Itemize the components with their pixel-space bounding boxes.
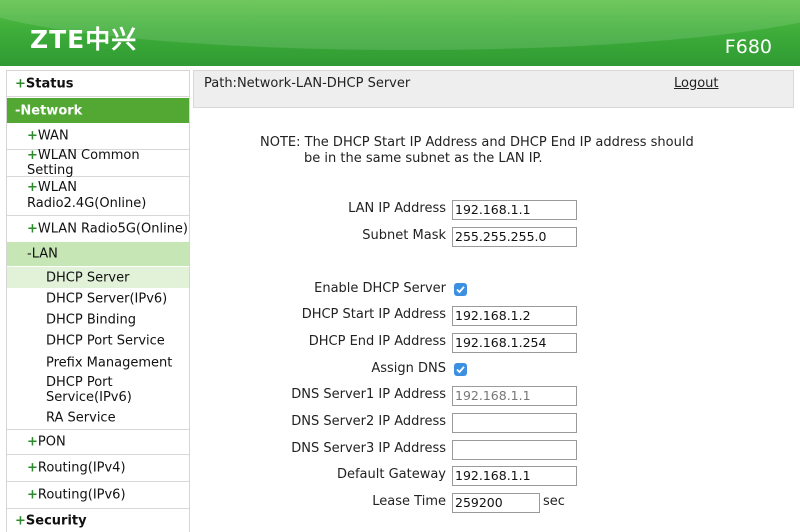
sidebar-item-lan[interactable]: -LAN — [7, 242, 189, 266]
sidebar-item-dhcp-server-ipv6[interactable]: DHCP Server(IPv6) — [7, 288, 189, 309]
device-model: F680 — [724, 36, 772, 58]
expand-plus-icon: + — [27, 148, 38, 163]
sidebar-item-ra-service[interactable]: RA Service — [7, 407, 189, 428]
dns3-input[interactable] — [452, 440, 577, 460]
sidebar-item-network[interactable]: -Network — [7, 98, 189, 123]
lease-time-row: Lease Time 259200 sec — [193, 493, 793, 513]
logout-link[interactable]: Logout — [674, 76, 719, 91]
lease-time-input[interactable]: 259200 — [452, 493, 540, 513]
sidebar-item-pon[interactable]: +PON — [7, 429, 189, 455]
dhcp-start-ip-input[interactable]: 192.168.1.2 — [452, 306, 577, 326]
expand-plus-icon: + — [15, 513, 26, 529]
lan-ip-input[interactable]: 192.168.1.1 — [452, 200, 577, 220]
sidebar-item-routing-ipv6[interactable]: +Routing(IPv6) — [7, 482, 189, 509]
dhcp-end-ip-input[interactable]: 192.168.1.254 — [452, 333, 577, 353]
enable-dhcp-checkbox[interactable] — [454, 283, 467, 296]
expand-plus-icon: + — [27, 487, 38, 503]
sidebar-item-prefix-management[interactable]: Prefix Management — [7, 352, 189, 373]
header-banner: ZTE中兴 F680 — [0, 0, 800, 66]
expand-plus-icon: + — [27, 180, 38, 195]
zte-logo: ZTE中兴 — [30, 25, 138, 54]
path-bar: Path:Network-LAN-DHCP Server Logout — [193, 70, 794, 108]
sidebar-item-status[interactable]: +Status — [7, 71, 189, 97]
dns2-row: DNS Server2 IP Address — [193, 413, 793, 433]
sidebar-item-wan[interactable]: +WAN — [7, 123, 189, 150]
sidebar-item-routing-ipv4[interactable]: +Routing(IPv4) — [7, 455, 189, 482]
checkmark-icon — [456, 286, 465, 294]
dhcp-start-row: DHCP Start IP Address 192.168.1.2 — [193, 306, 793, 326]
lan-ip-row: LAN IP Address 192.168.1.1 — [193, 200, 793, 220]
default-gateway-row: Default Gateway 192.168.1.1 — [193, 466, 793, 486]
default-gateway-input[interactable]: 192.168.1.1 — [452, 466, 577, 486]
dhcp-end-row: DHCP End IP Address 192.168.1.254 — [193, 333, 793, 353]
lease-unit: sec — [543, 494, 565, 509]
sidebar-item-wlan-common[interactable]: +WLAN Common Setting — [7, 148, 189, 178]
sidebar-item-dhcp-server[interactable]: DHCP Server — [7, 267, 189, 288]
subnet-mask-input[interactable]: 255.255.255.0 — [452, 227, 577, 247]
sidebar-nav: +Status -Network +WAN +WLAN Common Setti… — [6, 70, 190, 532]
expand-plus-icon: + — [27, 128, 38, 144]
assign-dns-checkbox[interactable] — [454, 363, 467, 376]
checkmark-icon — [456, 366, 465, 374]
sidebar-item-dhcp-port-service[interactable]: DHCP Port Service — [7, 330, 189, 351]
expand-plus-icon: + — [27, 434, 38, 450]
sidebar-item-wlan-5g[interactable]: +WLAN Radio5G(Online) — [7, 216, 189, 243]
dns1-row: DNS Server1 IP Address 192.168.1.1 — [193, 386, 793, 406]
enable-dhcp-row: Enable DHCP Server — [193, 280, 793, 300]
sidebar-item-wlan-24g[interactable]: +WLAN Radio2.4G(Online) — [7, 177, 189, 216]
expand-plus-icon: + — [27, 460, 38, 476]
sidebar-item-dhcp-binding[interactable]: DHCP Binding — [7, 309, 189, 330]
breadcrumb: Path:Network-LAN-DHCP Server — [204, 76, 411, 91]
dns1-input[interactable]: 192.168.1.1 — [452, 386, 577, 406]
sidebar-item-security[interactable]: +Security — [7, 509, 189, 532]
dns3-row: DNS Server3 IP Address — [193, 440, 793, 460]
dns2-input[interactable] — [452, 413, 577, 433]
expand-plus-icon: + — [27, 221, 38, 237]
subnet-mask-row: Subnet Mask 255.255.255.0 — [193, 227, 793, 247]
dhcp-note: NOTE: The DHCP Start IP Address and DHCP… — [260, 135, 694, 166]
sidebar-item-dhcp-port-service-ipv6[interactable]: DHCP Port Service(IPv6) — [7, 373, 189, 407]
expand-plus-icon: + — [15, 76, 26, 91]
assign-dns-row: Assign DNS — [193, 360, 793, 380]
